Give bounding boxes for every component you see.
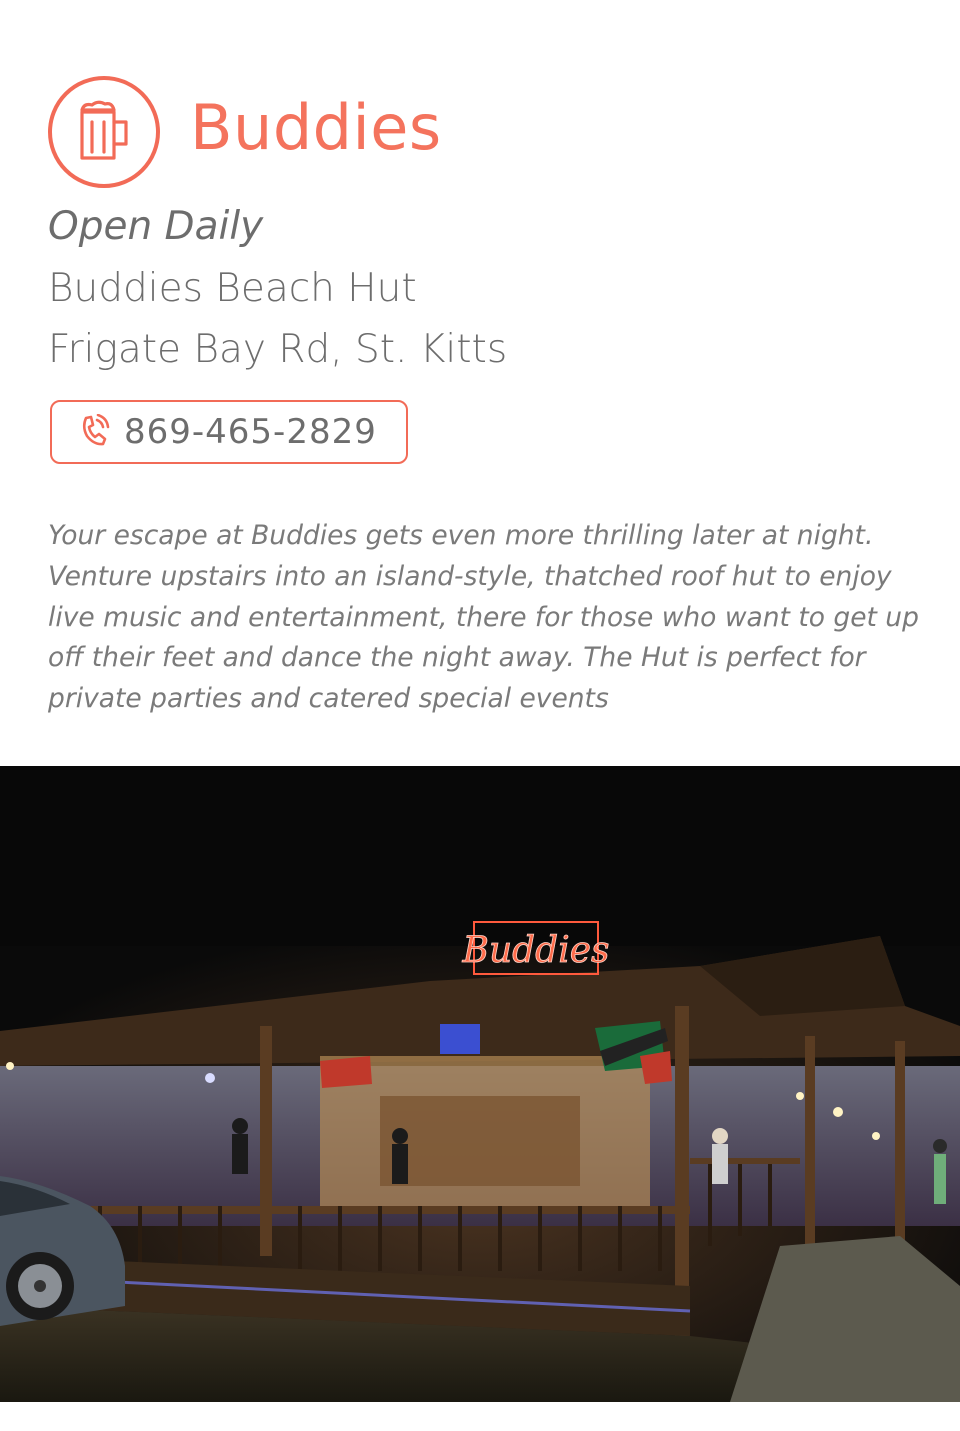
venue-description: Your escape at Buddies gets even more th… <box>48 520 919 715</box>
phone-number: 869-465-2829 <box>124 412 377 452</box>
beer-mug-icon <box>48 76 160 188</box>
address-line-2: Frigate Bay Rd, St. Kitts <box>48 327 508 372</box>
neon-sign-text: Buddies <box>461 930 609 971</box>
address-line-1: Buddies Beach Hut <box>48 266 417 311</box>
venue-header: Buddies <box>48 76 442 188</box>
phone-call-button[interactable]: 869-465-2829 <box>50 400 408 464</box>
venue-title: Buddies <box>190 91 442 164</box>
venue-photo: Buddies <box>0 766 960 1402</box>
phone-icon <box>80 413 110 450</box>
opening-hours: Open Daily <box>48 204 264 249</box>
